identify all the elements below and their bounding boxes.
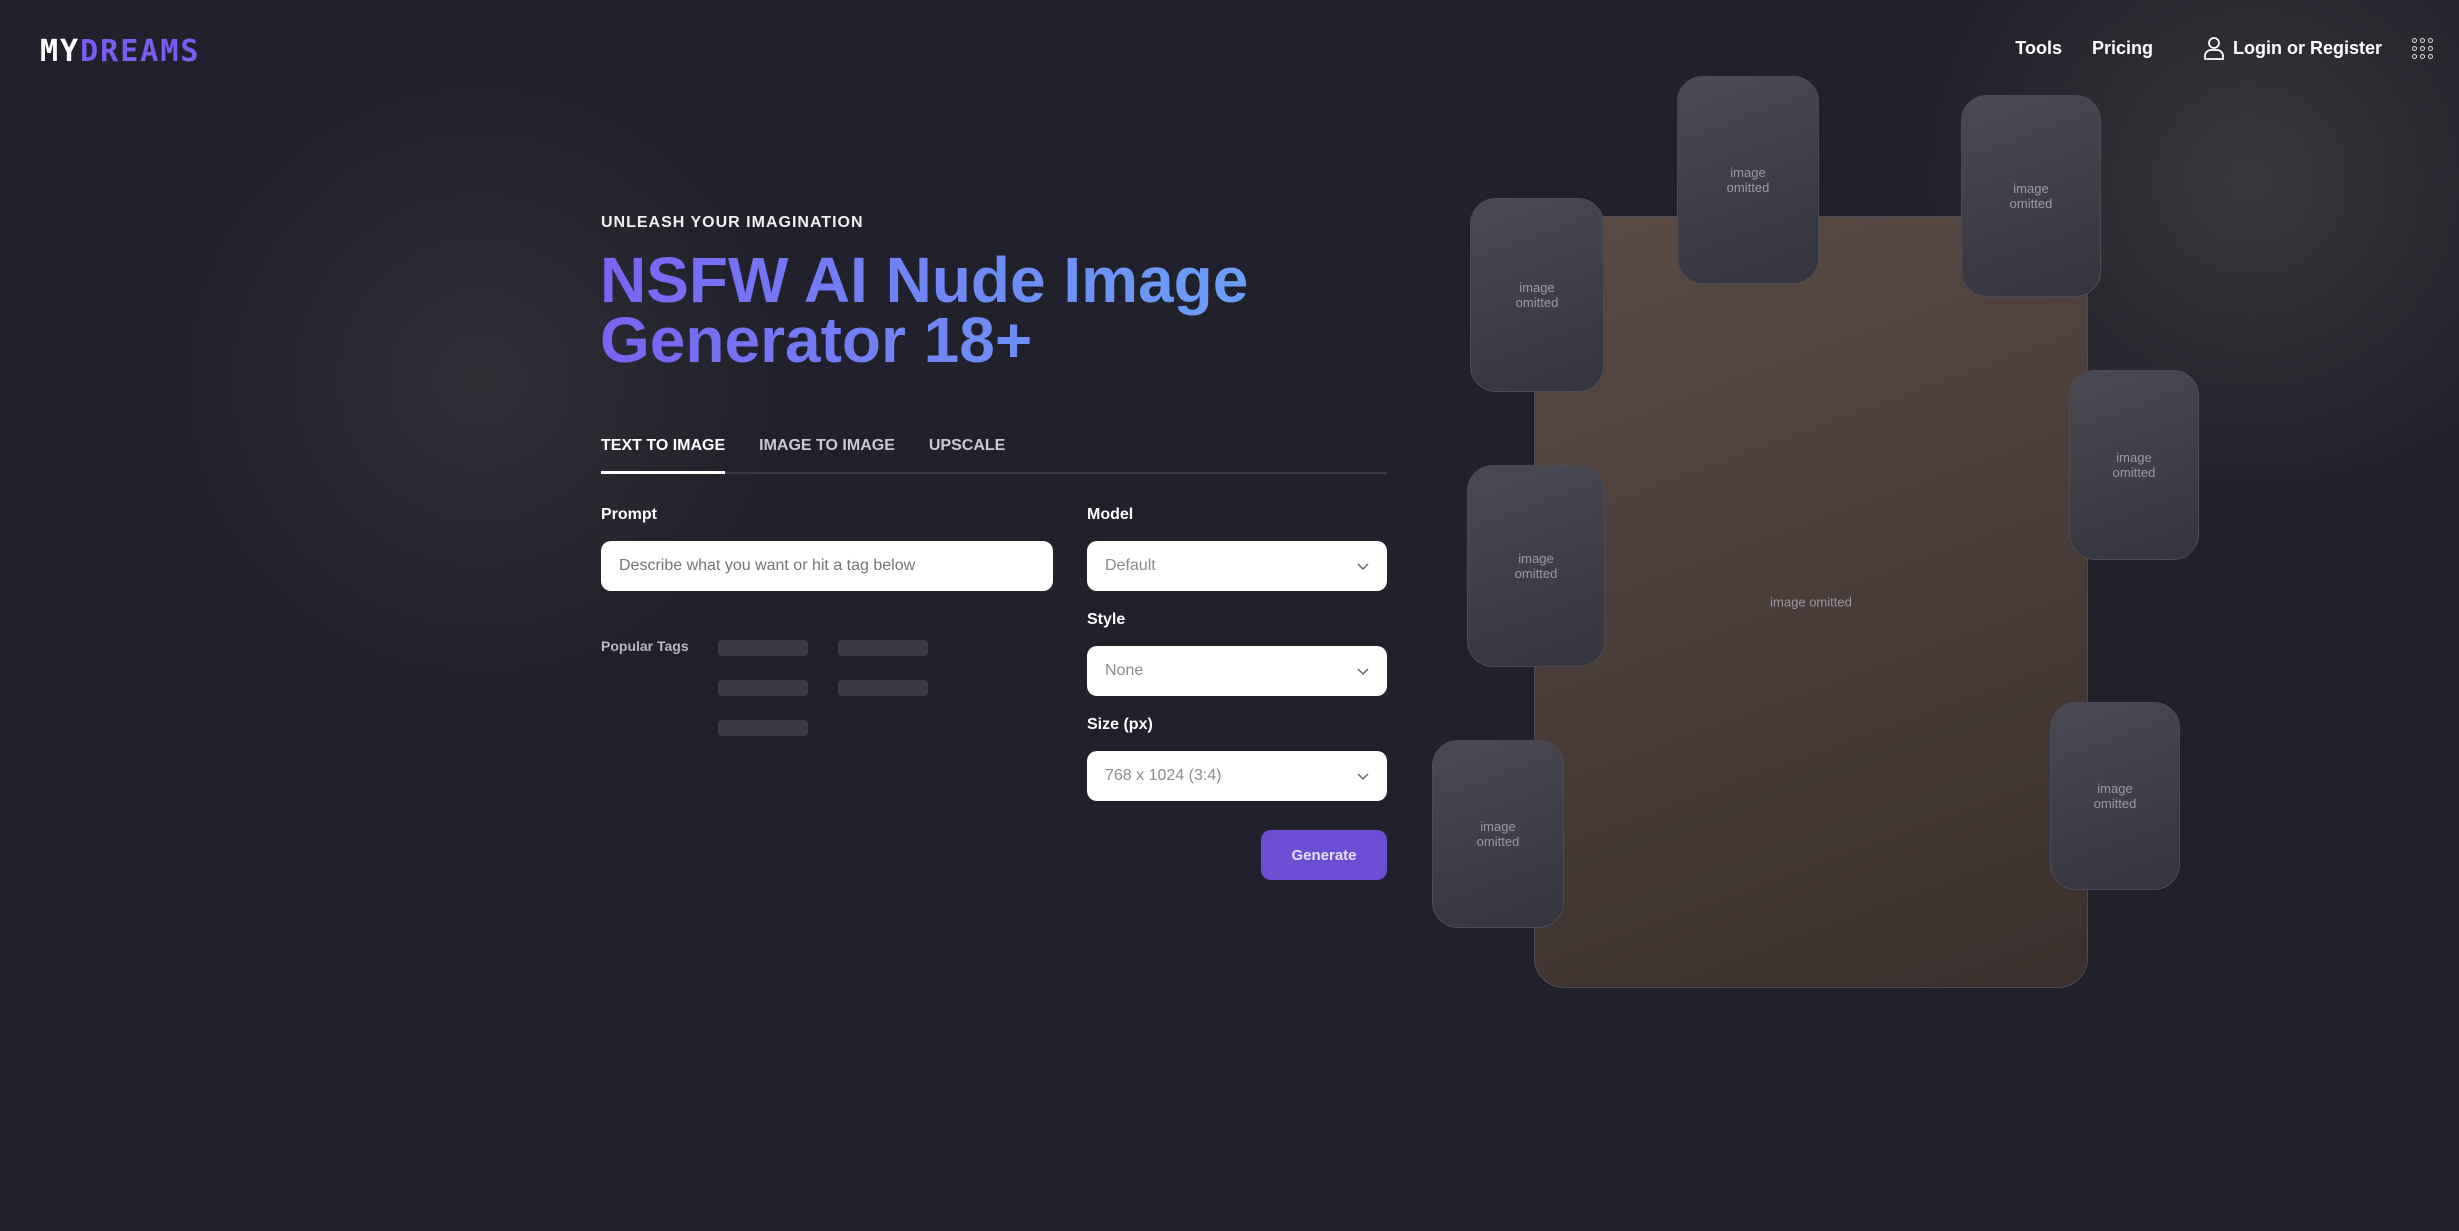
login-register-label: Login or Register (2232, 37, 2382, 58)
collage-image: image omitted (1432, 740, 1564, 928)
model-label: Model (1087, 506, 1134, 523)
tag-placeholder (838, 680, 928, 696)
popular-tags-label: Popular Tags (601, 638, 689, 654)
tab-text-to-image[interactable]: TEXT TO IMAGE (601, 434, 726, 474)
collage-image: image omitted (1467, 465, 1605, 667)
collage-image: image omitted (1470, 198, 1604, 392)
chevron-down-icon (1357, 563, 1369, 571)
prompt-label: Prompt (601, 506, 657, 523)
collage-main-image: image omitted (1534, 216, 2088, 988)
tag-placeholder (838, 640, 928, 656)
logo[interactable]: MYDREAMS (40, 34, 201, 69)
style-label: Style (1087, 611, 1126, 628)
tag-placeholder (718, 680, 808, 696)
style-select[interactable]: None (1087, 646, 1387, 696)
prompt-input[interactable] (601, 541, 1053, 591)
collage-image: image omitted (1961, 95, 2101, 297)
collage-image: image omitted (2069, 370, 2199, 560)
top-nav: Tools Pricing Login or Register (2015, 36, 2433, 60)
user-icon (2204, 37, 2224, 60)
tab-image-to-image[interactable]: IMAGE TO IMAGE (759, 434, 895, 472)
popular-tags-list (718, 628, 1048, 748)
generate-button[interactable]: Generate (1261, 830, 1387, 880)
model-value: Default (1105, 557, 1156, 574)
chevron-down-icon (1357, 773, 1369, 781)
style-value: None (1105, 662, 1144, 679)
apps-grid-icon[interactable] (2412, 37, 2433, 59)
size-label: Size (px) (1087, 716, 1153, 733)
hero-eyebrow: UNLEASH YOUR IMAGINATION (601, 214, 864, 231)
tab-upscale[interactable]: UPSCALE (929, 434, 1005, 472)
size-value: 768 x 1024 (3:4) (1105, 767, 1222, 784)
collage-image: image omitted (1677, 76, 1819, 284)
tag-placeholder (718, 720, 808, 736)
login-register-link[interactable]: Login or Register (2203, 36, 2382, 60)
nav-pricing[interactable]: Pricing (2092, 38, 2153, 59)
mode-tabs: TEXT TO IMAGE IMAGE TO IMAGE UPSCALE (601, 434, 1387, 474)
nav-tools[interactable]: Tools (2015, 38, 2062, 59)
page-title: NSFW AI Nude Image Generator 18+ (600, 248, 1360, 372)
logo-part-my: MY (40, 34, 81, 69)
collage-image: image omitted (2050, 702, 2180, 890)
model-select[interactable]: Default (1087, 541, 1387, 591)
chevron-down-icon (1357, 668, 1369, 676)
tag-placeholder (718, 640, 808, 656)
logo-part-dreams: DREAMS (80, 34, 201, 69)
size-select[interactable]: 768 x 1024 (3:4) (1087, 751, 1387, 801)
